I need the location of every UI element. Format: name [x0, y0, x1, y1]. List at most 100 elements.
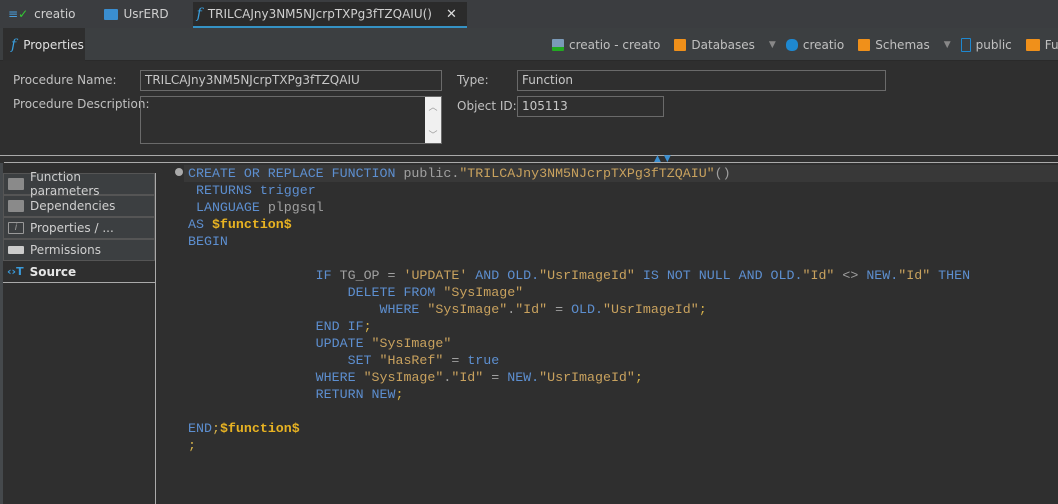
code-token: "SysImage"	[371, 336, 452, 351]
properties-form: Procedure Name: TRILCAJny3NM5NJcrpTXPg3f…	[0, 62, 1058, 154]
erd-icon	[103, 8, 118, 20]
tab-label: creatio	[34, 7, 76, 21]
folder-db-icon	[674, 38, 687, 51]
code-line: AS $function$	[188, 216, 292, 233]
code-line: END;$function$	[188, 420, 300, 437]
code-line: WHERE "SysImage"."Id" = OLD."UsrImageId"…	[188, 301, 707, 318]
table-icon	[8, 178, 24, 190]
divider[interactable]	[4, 162, 1058, 163]
tab-usrerd[interactable]: UsrERD	[100, 0, 179, 28]
breadcrumb-functions[interactable]: Functions	[1025, 37, 1058, 52]
folder-icon	[1025, 38, 1040, 51]
sidebar-item-permissions[interactable]: Permissions	[3, 239, 155, 261]
toolbar: f Properties creatio - creato Databases ▼…	[0, 28, 1058, 61]
breadcrumb-label: public	[975, 37, 1012, 52]
code-token: NEW.	[507, 370, 540, 385]
scrollbar[interactable]: ︿ ﹀	[425, 97, 441, 143]
breadcrumb-schemas[interactable]: Schemas	[858, 38, 930, 52]
code-token: NEW.	[866, 268, 899, 283]
properties-tab-label: Properties	[23, 37, 84, 52]
folder-icon	[8, 200, 24, 212]
breadcrumb-databases[interactable]: Databases	[674, 38, 755, 52]
code-token: TG_OP =	[339, 268, 404, 283]
code-token: LANGUAGE	[195, 200, 268, 215]
code-token: BEGIN	[188, 234, 228, 249]
code-line: WHERE "SysImage"."Id" = NEW."UsrImageId"…	[188, 369, 643, 386]
procedure-description-field[interactable]: ︿ ﹀	[140, 96, 442, 144]
chevron-down-icon[interactable]: ▼	[944, 40, 951, 50]
code-token: ;	[188, 438, 196, 453]
code-token: END IF	[315, 319, 364, 334]
breadcrumb-schema[interactable]: public	[960, 37, 1012, 52]
object-id-field[interactable]: 105113	[517, 96, 664, 117]
procedure-description-label: Procedure Description:	[13, 97, 150, 111]
procedure-name-field[interactable]: TRILCAJny3NM5NJcrpTXPg3fTZQAIU	[140, 70, 442, 91]
chevron-down-icon[interactable]: ▼	[769, 40, 776, 50]
editor-tab-bar: ≡✓ creatio UsrERD f TRILCAJny3NM5NJcrpTXPg…	[0, 0, 1058, 28]
code-token: "SysImage"	[443, 285, 524, 300]
code-token: RETURN NEW	[315, 387, 396, 402]
postgres-connection-icon	[552, 38, 564, 51]
sidebar-item-source[interactable]: ‹›T Source	[3, 261, 155, 283]
fold-icon[interactable]	[175, 168, 183, 176]
connection-check-icon: ≡✓	[8, 7, 29, 21]
breadcrumb-label: Functions	[1044, 37, 1058, 52]
code-token: THEN	[930, 268, 971, 283]
code-token: ;	[395, 387, 404, 402]
object-id-label: Object ID:	[457, 99, 517, 113]
source-editor[interactable]: CREATE OR REPLACE FUNCTION public."TRILC…	[160, 164, 1058, 504]
sidebar-item-dependencies[interactable]: Dependencies	[3, 195, 155, 217]
breadcrumb-label: Databases	[691, 37, 755, 52]
code-token: ()	[714, 166, 731, 181]
tab-creatio[interactable]: ≡✓ creatio	[4, 0, 86, 28]
code-token: IF	[315, 268, 340, 283]
code-token: "UsrImageId"	[602, 302, 699, 317]
breadcrumb-database[interactable]: creatio	[785, 38, 844, 52]
breadcrumb: creatio - creato Databases ▼ creatio Sch…	[552, 28, 1058, 61]
code-token: DELETE FROM	[347, 285, 444, 300]
code-token: 'UPDATE'	[403, 268, 468, 283]
sidebar-item-function-parameters[interactable]: Function parameters	[3, 170, 155, 198]
sidebar-item-properties[interactable]: i Properties / ...	[3, 217, 155, 239]
code-line: LANGUAGE plpgsql	[188, 199, 324, 216]
close-icon[interactable]: ✕	[446, 7, 457, 22]
code-token: AS	[188, 217, 212, 232]
code-token: "Id"	[898, 268, 931, 283]
code-token: public.	[403, 166, 460, 181]
code-token: "SysImage"	[427, 302, 508, 317]
code-token: AND OLD.	[467, 268, 540, 283]
code-token: END	[188, 421, 212, 436]
tab-function[interactable]: f TRILCAJny3NM5NJcrpTXPg3fTZQAIU() ✕	[192, 2, 467, 28]
type-field[interactable]: Function	[517, 70, 886, 91]
code-token: "TRILCAJny3NM5NJcrpTXPg3fTZQAIU"	[459, 166, 715, 181]
sidebar-item-label: Function parameters	[29, 170, 100, 198]
code-token: SET	[347, 353, 380, 368]
code-token: ;	[211, 421, 220, 436]
code-token: =	[443, 353, 468, 368]
schemas-icon	[858, 38, 871, 51]
code-token: OLD.	[571, 302, 603, 317]
code-token: "UsrImageId"	[539, 370, 635, 385]
key-icon	[8, 246, 24, 254]
code-line: CREATE OR REPLACE FUNCTION public."TRILC…	[188, 165, 731, 182]
function-icon: f	[196, 6, 202, 22]
tab-properties[interactable]: f Properties	[3, 28, 85, 61]
schema-icon	[960, 37, 971, 52]
sidebar-item-label: Source	[29, 264, 77, 279]
tab-label: TRILCAJny3NM5NJcrpTXPg3fTZQAIU()	[207, 7, 432, 21]
info-icon: i	[8, 222, 24, 234]
code-line: RETURN NEW;	[188, 386, 404, 403]
code-line: IF TG_OP = 'UPDATE' AND OLD."UsrImageId"…	[188, 267, 970, 284]
code-line: DELETE FROM "SysImage"	[188, 284, 524, 301]
breadcrumb-connection[interactable]: creatio - creato	[552, 38, 660, 52]
sidebar-item-label: Properties / ...	[30, 221, 114, 235]
code-line: BEGIN	[188, 233, 228, 250]
code-token: <>	[834, 268, 867, 283]
